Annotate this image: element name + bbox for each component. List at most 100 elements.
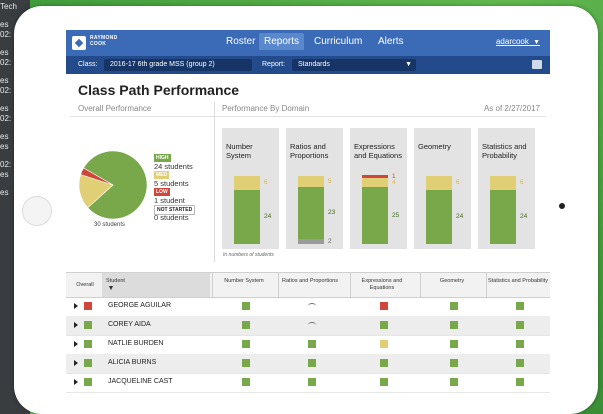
- table-row[interactable]: ALICIA BURNS: [66, 354, 550, 374]
- domain-status-square[interactable]: [450, 302, 458, 310]
- domain-status-square[interactable]: [242, 321, 250, 329]
- column-divider: [420, 273, 421, 297]
- overall-status-square: [84, 302, 92, 310]
- overall-heading: Overall Performance: [78, 104, 152, 113]
- domain-status-square[interactable]: [516, 340, 524, 348]
- domain-card[interactable]: Expressions and Equations 25 4 1: [350, 128, 407, 249]
- domain-label: Statistics and Probability: [482, 142, 527, 160]
- domain-status-square[interactable]: [450, 359, 458, 367]
- table-row[interactable]: NATLIE BURDEN: [66, 335, 550, 355]
- expand-arrow-icon[interactable]: [74, 341, 78, 347]
- domain-status-square[interactable]: [516, 321, 524, 329]
- top-navigation: RAYMOND COOK Roster Reports Curriculum A…: [66, 30, 550, 56]
- domain-status-square[interactable]: [308, 378, 316, 386]
- bar-value-label: 4: [392, 178, 396, 186]
- chevron-down-icon: ▼: [531, 39, 540, 46]
- bar-value-label: 24: [264, 213, 272, 220]
- tab-alerts[interactable]: Alerts: [378, 36, 404, 47]
- legend-count-high: 24 students: [154, 162, 193, 171]
- bar-segment-med: [362, 178, 388, 187]
- bar-value-label: 6: [456, 179, 460, 186]
- legend-count-med: 5 students: [154, 179, 189, 188]
- pie-total-label: 30 students: [94, 222, 126, 228]
- tab-curriculum[interactable]: Curriculum: [314, 36, 362, 47]
- menu-icon[interactable]: [532, 60, 542, 69]
- student-name[interactable]: NATLIE BURDEN: [108, 340, 164, 347]
- domain-card[interactable]: Ratios and Proportions 2 23 5: [286, 128, 343, 249]
- bar-segment-not-started: [298, 239, 324, 244]
- logo-icon[interactable]: [72, 36, 86, 50]
- domain-card[interactable]: Geometry 24 6: [414, 128, 471, 249]
- domain-status-square[interactable]: [380, 378, 388, 386]
- domain-label: Number System: [226, 142, 253, 160]
- legend-badge-high: HIGH: [154, 154, 171, 162]
- class-select[interactable]: 2016-17 6th grade MSS (group 2): [104, 59, 252, 71]
- in-progress-icon: [308, 322, 316, 328]
- domain-status-square[interactable]: [380, 359, 388, 367]
- domain-status-square[interactable]: [242, 340, 250, 348]
- as-of-date: As of 2/27/2017: [483, 104, 540, 113]
- domain-status-square[interactable]: [516, 302, 524, 310]
- report-value: Standards: [298, 61, 330, 68]
- bar-value-label: 24: [456, 213, 464, 220]
- bar-segment-high: [426, 190, 452, 244]
- bar-segment-high: [234, 190, 260, 244]
- expand-arrow-icon[interactable]: [74, 322, 78, 328]
- student-column-sort[interactable]: [102, 273, 210, 297]
- column-divider: [278, 273, 279, 297]
- student-name[interactable]: GEORGE AGUILAR: [108, 302, 171, 309]
- domain-card[interactable]: Number System 24 6: [222, 128, 279, 249]
- domain-status-square[interactable]: [450, 321, 458, 329]
- header-domain[interactable]: Geometry: [420, 278, 484, 285]
- domain-status-square[interactable]: [450, 340, 458, 348]
- header-domain[interactable]: Expressions and Equations: [350, 278, 414, 292]
- overall-pie-chart: [78, 150, 148, 220]
- table-row[interactable]: JACQUELINE CAST: [66, 373, 550, 393]
- domain-status-square[interactable]: [242, 378, 250, 386]
- overall-status-square: [84, 340, 92, 348]
- domain-status-square[interactable]: [380, 302, 388, 310]
- home-button[interactable]: [22, 196, 52, 226]
- domain-status-square[interactable]: [242, 302, 250, 310]
- domain-status-square[interactable]: [450, 378, 458, 386]
- header-overall[interactable]: Overall: [72, 282, 98, 289]
- user-menu[interactable]: adarcook ▼: [496, 37, 540, 46]
- tab-roster[interactable]: Roster: [226, 36, 255, 47]
- user-name: adarcook: [495, 37, 529, 46]
- app-screen: RAYMOND COOK Roster Reports Curriculum A…: [66, 30, 550, 394]
- table-row[interactable]: COREY AIDA: [66, 316, 550, 336]
- domain-label: Ratios and Proportions: [290, 142, 329, 160]
- sort-down-icon: ▼: [107, 285, 115, 292]
- header-domain[interactable]: Statistics and Probability: [486, 278, 550, 285]
- header-student[interactable]: Student: [106, 278, 136, 285]
- domain-status-square[interactable]: [516, 359, 524, 367]
- domain-status-square[interactable]: [516, 378, 524, 386]
- report-select[interactable]: Standards ▼: [292, 59, 416, 71]
- expand-arrow-icon[interactable]: [74, 360, 78, 366]
- tab-reports[interactable]: Reports: [259, 33, 305, 50]
- domain-status-square[interactable]: [242, 359, 250, 367]
- legend-badge-low: LOW: [154, 188, 170, 196]
- student-name[interactable]: ALICIA BURNS: [108, 359, 156, 366]
- student-name[interactable]: JACQUELINE CAST: [108, 378, 173, 385]
- expand-arrow-icon[interactable]: [74, 303, 78, 309]
- bar-segment-med: [234, 176, 260, 190]
- student-name[interactable]: COREY AIDA: [108, 321, 151, 328]
- bar-segment-high: [362, 187, 388, 244]
- domain-card[interactable]: Statistics and Probability 24 6: [478, 128, 535, 249]
- domain-status-square[interactable]: [308, 340, 316, 348]
- table-row[interactable]: GEORGE AGUILAR: [66, 297, 550, 317]
- filter-bar: Class: 2016-17 6th grade MSS (group 2) R…: [66, 56, 550, 74]
- domain-status-square[interactable]: [308, 359, 316, 367]
- bar-segment-med: [298, 176, 324, 187]
- bar-segment-med: [490, 176, 516, 190]
- header-domain[interactable]: Ratios and Proportions: [278, 278, 342, 285]
- header-domain[interactable]: Number System: [212, 278, 276, 285]
- domain-status-square[interactable]: [380, 321, 388, 329]
- bar-value-label: 6: [520, 179, 524, 186]
- domain-status-square[interactable]: [380, 340, 388, 348]
- domain-label: Expressions and Equations: [354, 142, 402, 160]
- bar-segment-high: [490, 190, 516, 244]
- expand-arrow-icon[interactable]: [74, 379, 78, 385]
- bar-value-label: 6: [264, 179, 268, 186]
